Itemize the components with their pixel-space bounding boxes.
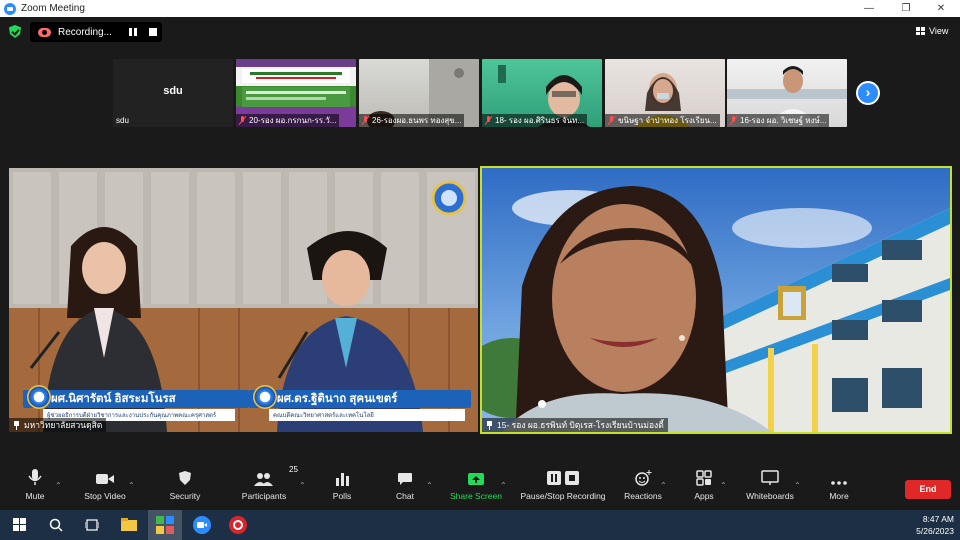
speaker-nameplate: ผศ.ดร.ฐิตินาถ สุคนเขตร์ [249, 385, 471, 409]
view-button[interactable]: View [916, 26, 948, 36]
chevron-right-icon: › [858, 83, 878, 103]
participant-thumbnail[interactable]: 26-รองผอ.ธนพร ทองสุข... [359, 59, 479, 127]
participant-caption: 26-รองผอ.ธนพร ทองสุข... [359, 114, 465, 127]
video-camera-icon [95, 466, 115, 486]
polls-chart-icon [335, 466, 349, 486]
more-dots-icon [830, 466, 848, 486]
search-icon[interactable] [46, 515, 66, 535]
muted-mic-icon [730, 116, 737, 125]
window-title: Zoom Meeting [21, 3, 85, 14]
participant-caption: 20-รอง ผอ.กรกนก-รร.วั... [236, 114, 340, 127]
muted-mic-icon [485, 116, 492, 125]
view-label: View [929, 26, 949, 36]
windows-start-icon[interactable] [10, 515, 30, 535]
participants-options-caret-icon[interactable]: ⌃ [299, 481, 306, 490]
whiteboards-options-caret-icon[interactable]: ⌃ [794, 481, 801, 490]
zoom-app-icon[interactable] [192, 515, 212, 535]
meeting-top-bar: Recording... View [0, 17, 960, 47]
participant-thumbnail[interactable]: sdu sdu [113, 59, 233, 127]
participant-name-center: sdu [163, 85, 183, 97]
microphone-icon [28, 466, 42, 486]
end-meeting-button[interactable]: End [905, 480, 951, 499]
university-seal-icon [253, 385, 277, 409]
speaker-title: คณบดีคณะวิทยาศาสตร์และเทคโนโลยี [269, 409, 465, 421]
chat-button[interactable]: Chat [392, 466, 418, 501]
security-button[interactable]: Security [166, 466, 204, 501]
meeting-controls: Mute ⌃ Stop Video ⌃ Security 25 Particip… [0, 465, 960, 510]
system-clock[interactable]: 8:47 AM 5/26/2023 [916, 513, 954, 537]
whiteboards-button[interactable]: Whiteboards [742, 466, 798, 501]
windows-taskbar: 8:47 AM 5/26/2023 [0, 510, 960, 540]
title-bar: Zoom Meeting — ❐ ✕ [0, 0, 960, 17]
participant-thumbnail[interactable]: ขนิษฐา จำปาทอง โรงเรียน... [605, 59, 725, 127]
muted-mic-icon [362, 116, 369, 125]
close-button[interactable]: ✕ [924, 0, 958, 17]
pin-icon [486, 420, 493, 430]
participant-caption: 16-รอง ผอ. วิเชษฐ์ หงษ์... [727, 114, 830, 127]
reactions-button[interactable]: Reactions [622, 466, 664, 501]
grid-view-icon [916, 27, 925, 35]
video-tile-panel[interactable]: ผศ.นิศารัตน์ อิสระมโนรส ผู้ช่วยอธิการบดี… [9, 168, 478, 432]
reactions-options-caret-icon[interactable]: ⌃ [660, 481, 667, 490]
participant-thumbnail[interactable]: 16-รอง ผอ. วิเชษฐ์ หงษ์... [727, 59, 847, 127]
next-page-button[interactable]: › [856, 81, 880, 105]
cloud-record-icon [38, 27, 51, 37]
mute-button[interactable]: Mute [22, 466, 48, 501]
zoom-logo-icon [4, 2, 16, 15]
task-view-icon[interactable] [82, 515, 102, 535]
share-options-caret-icon[interactable]: ⌃ [500, 481, 507, 490]
recorder-app-icon[interactable] [228, 515, 248, 535]
restore-button[interactable]: ❐ [889, 0, 923, 17]
participant-caption: ขนิษฐา จำปาทอง โรงเรียน... [605, 114, 720, 127]
clock-time: 8:47 AM [922, 514, 954, 524]
pause-recording-icon[interactable] [129, 28, 137, 36]
whiteboard-icon [761, 466, 779, 486]
speaker-nameplate: ผศ.นิศารัตน์ อิสระมโนรส [23, 385, 249, 409]
smiley-plus-icon [634, 466, 652, 486]
participant-thumbnail[interactable]: 20-รอง ผอ.กรกนก-รร.วั... [236, 59, 356, 127]
share-screen-icon [467, 466, 485, 486]
video-tile-active-speaker[interactable]: 15- รอง ผอ.ธรพินท์ บิตุเรส-โรงเรียนบ้านม… [480, 166, 952, 434]
encryption-shield-icon[interactable] [9, 25, 21, 38]
stop-recording-icon[interactable] [149, 28, 157, 36]
recording-label: Recording... [58, 26, 112, 38]
participants-count: 25 [289, 465, 298, 474]
muted-mic-icon [239, 116, 246, 125]
mute-options-caret-icon[interactable]: ⌃ [55, 481, 62, 490]
video-feed-school [482, 186, 950, 432]
pause-stop-recording-icon [546, 466, 580, 486]
university-seal-icon [27, 385, 51, 409]
video-options-caret-icon[interactable]: ⌃ [128, 481, 135, 490]
chat-options-caret-icon[interactable]: ⌃ [426, 481, 433, 490]
pin-icon [13, 420, 20, 430]
apps-icon [696, 466, 712, 486]
participant-caption: 18- รอง ผอ.ศิรินธร จันท... [482, 114, 588, 127]
participant-caption: มหาวิทยาลัยสวนดุสิต [9, 418, 107, 432]
chat-bubble-icon [397, 466, 413, 486]
participant-thumbnail[interactable]: 18- รอง ผอ.ศิรินธร จันท... [482, 59, 602, 127]
zoom-meeting-window: Zoom Meeting — ❐ ✕ Recording... View sdu… [0, 0, 960, 540]
apps-button[interactable]: Apps [691, 466, 717, 501]
taskbar-app-active[interactable] [148, 510, 182, 540]
clock-date: 5/26/2023 [916, 526, 954, 536]
participants-button[interactable]: 25 Participants [238, 465, 298, 501]
participants-icon: 25 [253, 465, 298, 486]
more-button[interactable]: More [826, 466, 852, 501]
muted-mic-icon [608, 116, 615, 125]
stop-video-button[interactable]: Stop Video [80, 466, 130, 501]
security-shield-icon [178, 466, 192, 486]
recording-indicator: Recording... [30, 22, 162, 42]
polls-button[interactable]: Polls [329, 466, 355, 501]
file-explorer-icon[interactable] [118, 515, 138, 535]
apps-options-caret-icon[interactable]: ⌃ [720, 481, 727, 490]
participant-caption: sdu [116, 116, 129, 125]
share-screen-button[interactable]: Share Screen [448, 466, 504, 501]
participant-caption: 15- รอง ผอ.ธรพินท์ บิตุเรส-โรงเรียนบ้านม… [482, 418, 668, 432]
minimize-button[interactable]: — [852, 0, 886, 17]
pause-stop-recording-button[interactable]: Pause/Stop Recording [518, 466, 608, 501]
